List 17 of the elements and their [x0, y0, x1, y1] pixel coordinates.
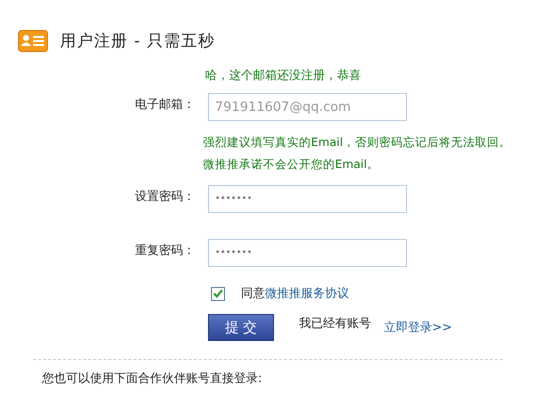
- input-field[interactable]: •••••••: [208, 239, 407, 267]
- status-message: 哈，这个邮箱还没注册，恭喜: [204, 67, 362, 83]
- terms-link[interactable]: 微推推服务协议: [265, 285, 349, 302]
- hint-text: 微推推承诺不会公开您的Email。: [203, 156, 380, 173]
- id-card-icon: [18, 30, 48, 52]
- agreement-label: 同意: [241, 285, 265, 302]
- submit-button[interactable]: 提 交: [208, 314, 274, 341]
- field-label: 重复密码：: [134, 242, 196, 258]
- field-label: 设置密码：: [134, 188, 196, 204]
- page-title: 用户注册 - 只需五秒: [60, 30, 215, 52]
- login-prompt: 我已经有账号: [299, 315, 371, 332]
- partner-login-text: 您也可以使用下面合作伙伴账号直接登录:: [41, 370, 264, 387]
- hint-text: 强烈建议填写真实的Email，否则密码忘记后将无法取回。: [203, 134, 503, 151]
- field-label: 电子邮箱：: [134, 96, 196, 112]
- checkbox[interactable]: [211, 286, 225, 300]
- login-link[interactable]: 立即登录>>: [384, 319, 452, 336]
- input-field[interactable]: •••••••: [208, 185, 407, 213]
